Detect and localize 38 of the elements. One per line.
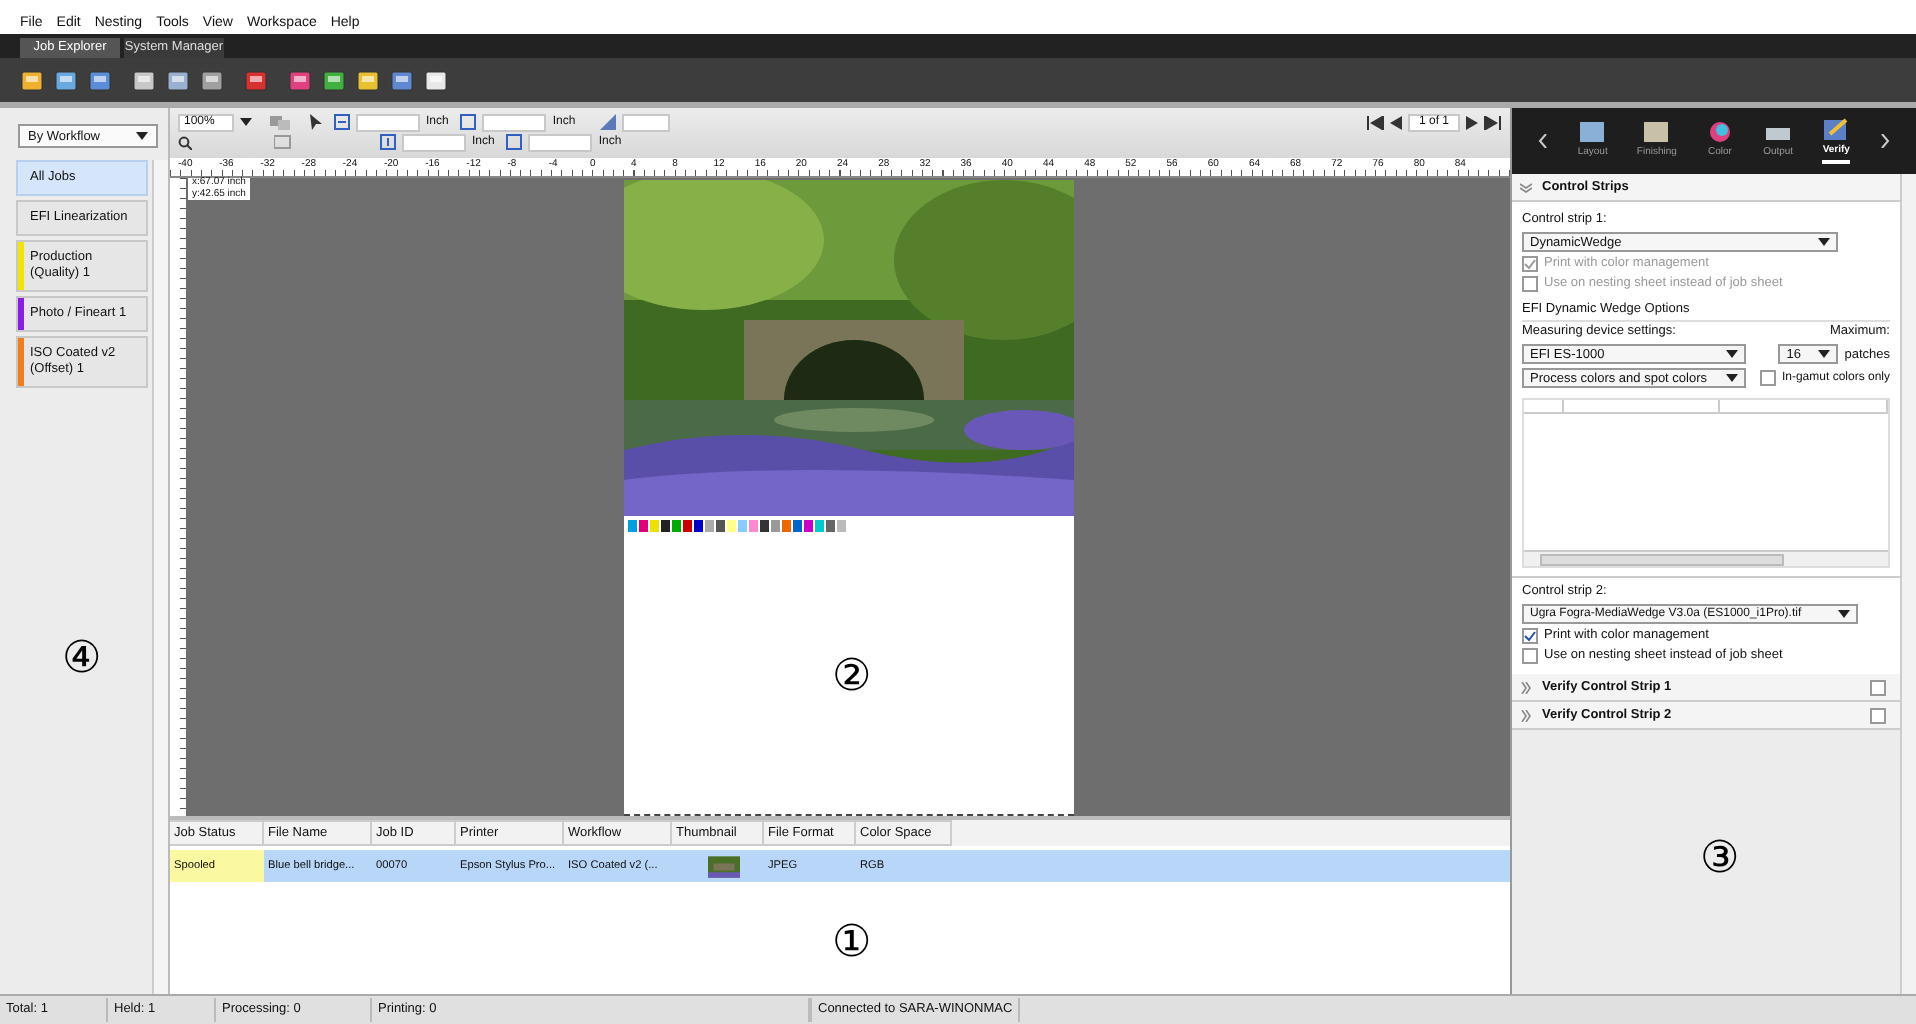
caret-icon [1726,374,1738,382]
rotate-icon[interactable] [599,114,616,130]
callout-number: ① [832,920,872,968]
caret-icon [1838,610,1850,618]
callout-number: ③ [1700,836,1740,884]
caret-icon [1818,238,1830,246]
width-icon [334,114,350,130]
checkbox-icon [1522,648,1538,664]
height-field[interactable] [402,133,466,151]
y-field[interactable] [528,133,593,151]
checkbox-icon [1759,370,1776,386]
previous-page-icon[interactable] [1390,115,1402,129]
next-page-icon[interactable] [1466,115,1478,129]
collapse-icon[interactable] [1520,181,1532,193]
first-page-icon[interactable] [1366,115,1384,129]
checkbox-icon [1522,628,1538,644]
caret-icon[interactable] [240,118,252,126]
callout-number: ② [832,654,872,702]
checkbox[interactable] [1870,679,1886,695]
expand-icon[interactable] [1520,709,1532,721]
expand-icon[interactable] [1520,681,1532,693]
x-field[interactable] [482,113,547,131]
chevron-left-icon[interactable] [1538,134,1549,148]
scrollbar[interactable] [1524,550,1888,566]
chevron-right-icon[interactable] [1879,134,1890,148]
scrollbar[interactable] [1900,174,1916,994]
checkbox-icon [1522,276,1538,292]
search-icon[interactable] [178,135,192,149]
height-icon [380,134,396,150]
caret-icon [136,132,148,140]
last-page-icon[interactable] [1484,115,1502,129]
caret-icon [1818,350,1831,358]
checkbox[interactable] [1870,707,1886,723]
callout-number: ④ [62,636,102,684]
checkbox-icon [1522,256,1538,272]
scrollbar[interactable] [152,160,168,994]
caret-icon [1726,350,1738,358]
width-field[interactable] [356,113,420,131]
